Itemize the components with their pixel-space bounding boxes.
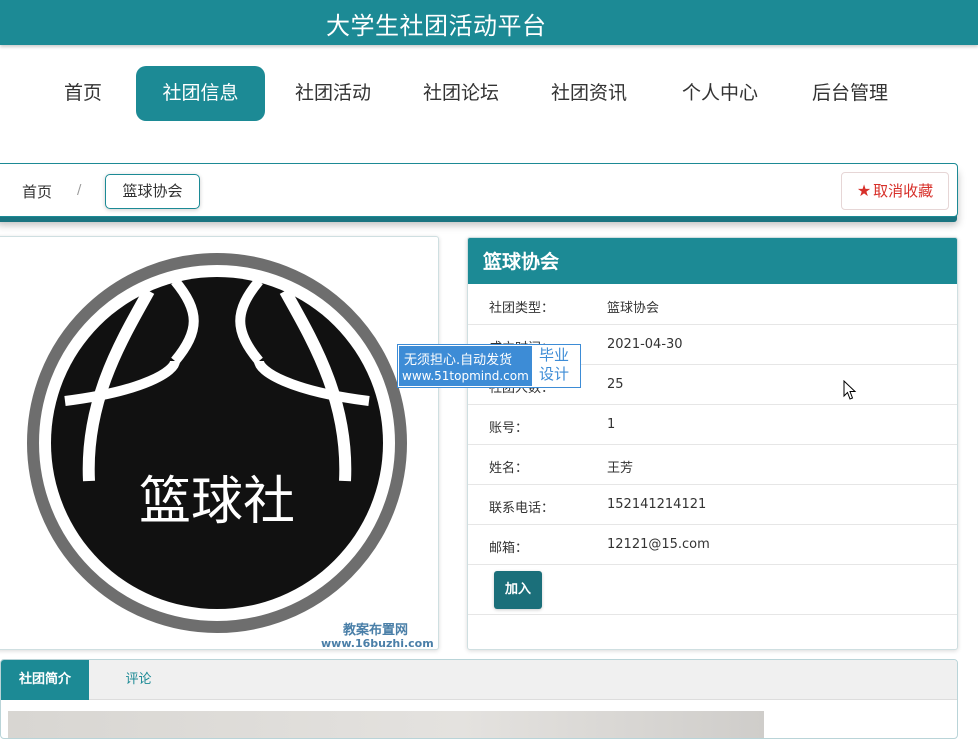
ad-right-line2: 设计 bbox=[539, 365, 570, 383]
basketball-club-logo: 篮球社 bbox=[25, 251, 409, 639]
intro-content-image bbox=[8, 711, 764, 738]
club-info-panel: 篮球协会 社团类型： 篮球协会 成立时间： 2021-04-30 社团人数： 2… bbox=[467, 237, 958, 650]
nav-item-personal-center[interactable]: 个人中心 bbox=[668, 66, 772, 121]
info-row-phone: 联系电话： 152141214121 bbox=[468, 485, 957, 525]
info-key: 姓名： bbox=[489, 461, 529, 476]
main-nav: 首页 社团信息 社团活动 社团论坛 社团资讯 个人中心 后台管理 bbox=[0, 66, 978, 122]
club-info-title: 篮球协会 bbox=[468, 238, 957, 284]
info-key: 邮箱： bbox=[489, 541, 529, 556]
ad-text-line1: 无须担心.自动发货 bbox=[404, 353, 513, 368]
top-header-bar: 大学生社团活动平台 bbox=[0, 0, 978, 45]
breadcrumb-home-link[interactable]: 首页 bbox=[22, 181, 52, 202]
info-row-account: 账号： 1 bbox=[468, 405, 957, 445]
info-key: 联系电话： bbox=[489, 501, 555, 516]
info-row-name: 姓名： 王芳 bbox=[468, 445, 957, 485]
info-key: 账号： bbox=[489, 421, 529, 436]
nav-item-club-news[interactable]: 社团资讯 bbox=[538, 66, 640, 121]
info-key: 社团类型： bbox=[489, 301, 555, 316]
club-image-panel: 篮球社 教案布置网 www.16buzhi.com bbox=[0, 236, 439, 650]
nav-item-club-info[interactable]: 社团信息 bbox=[136, 66, 265, 121]
ad-left-block: 无须担心.自动发货 www.51topmind.com bbox=[399, 346, 532, 386]
unfavorite-label: 取消收藏 bbox=[873, 182, 934, 200]
nav-item-home[interactable]: 首页 bbox=[48, 66, 118, 121]
breadcrumb-separator: / bbox=[77, 183, 82, 198]
ad-text-line2: www.51topmind.com bbox=[402, 369, 529, 383]
overlay-ad-banner[interactable]: 无须担心.自动发货 www.51topmind.com 毕业 设计 bbox=[397, 344, 581, 388]
info-value: 12121@15.com bbox=[607, 537, 710, 552]
tab-strip: 社团简介 评论 bbox=[1, 660, 957, 700]
star-icon: ★ bbox=[856, 181, 872, 200]
info-value: 1 bbox=[607, 417, 616, 432]
breadcrumb-bar: 首页 / 篮球协会 ★ 取消收藏 bbox=[0, 163, 958, 217]
site-title: 大学生社团活动平台 bbox=[326, 12, 547, 40]
watermark-name: 教案布置网 bbox=[343, 623, 409, 638]
detail-tabs-panel: 社团简介 评论 bbox=[0, 659, 958, 739]
nav-item-club-forum[interactable]: 社团论坛 bbox=[410, 66, 512, 121]
nav-item-club-activities[interactable]: 社团活动 bbox=[282, 66, 384, 121]
info-value: 王芳 bbox=[607, 461, 634, 476]
tab-club-intro[interactable]: 社团简介 bbox=[1, 660, 89, 700]
info-row-email: 邮箱： 12121@15.com bbox=[468, 525, 957, 565]
breadcrumb-current: 篮球协会 bbox=[105, 174, 200, 209]
ad-right-block: 毕业 设计 bbox=[539, 346, 569, 384]
ad-right-line1: 毕业 bbox=[539, 346, 570, 364]
nav-item-admin[interactable]: 后台管理 bbox=[798, 66, 902, 121]
watermark-url: www.16buzhi.com bbox=[321, 637, 434, 650]
tab-comments[interactable]: 评论 bbox=[101, 660, 176, 700]
mouse-cursor-icon bbox=[843, 379, 857, 405]
unfavorite-button[interactable]: ★ 取消收藏 bbox=[841, 172, 949, 210]
info-value: 152141214121 bbox=[607, 497, 707, 512]
info-value: 篮球协会 bbox=[607, 301, 660, 316]
info-row-type: 社团类型： 篮球协会 bbox=[468, 285, 957, 325]
info-value: 25 bbox=[607, 377, 624, 392]
divider bbox=[468, 614, 957, 615]
join-button[interactable]: 加入 bbox=[494, 571, 542, 609]
info-value: 2021-04-30 bbox=[607, 337, 683, 352]
logo-text: 篮球社 bbox=[139, 472, 295, 532]
